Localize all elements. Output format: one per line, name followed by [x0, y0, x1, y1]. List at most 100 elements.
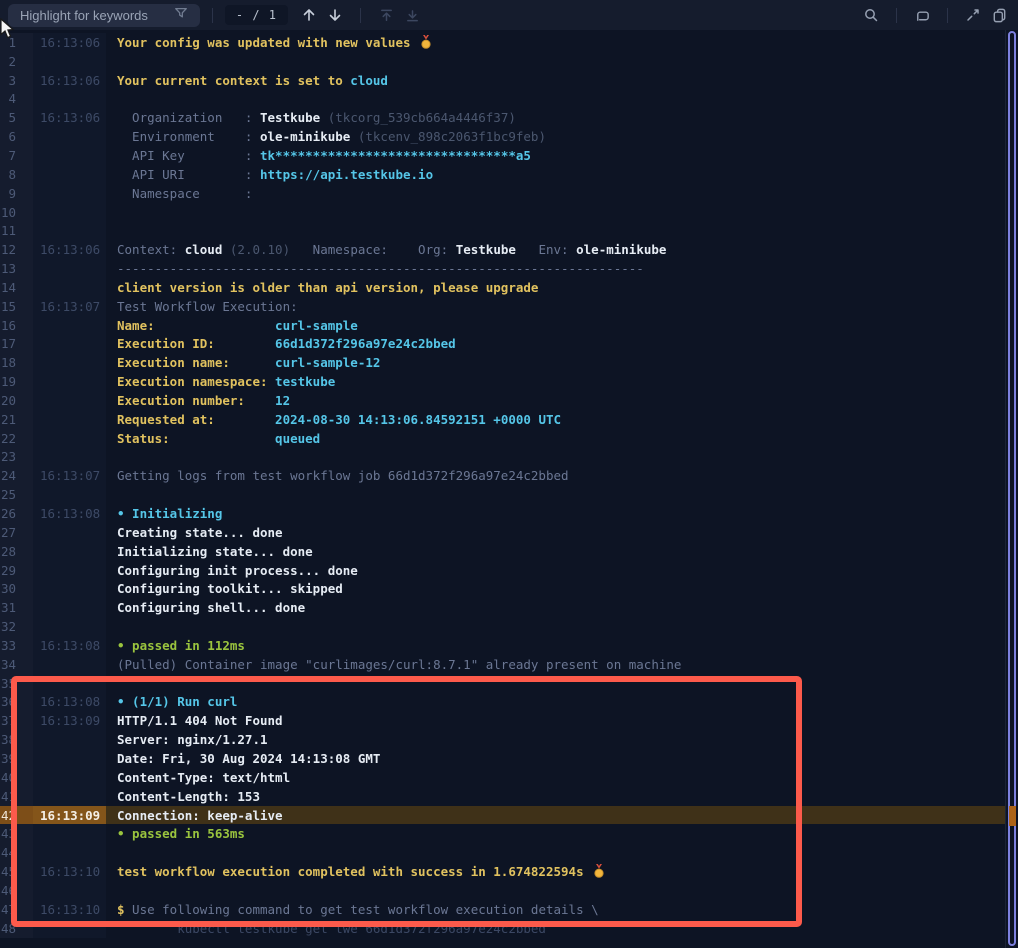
log-row[interactable]: 25: [0, 485, 1005, 504]
line-content: [106, 881, 1005, 900]
line-number: 18: [0, 353, 33, 372]
log-row[interactable]: 2416:13:07Getting logs from test workflo…: [0, 466, 1005, 485]
line-number: 46: [0, 881, 33, 900]
log-row[interactable]: 8 API URI : https://api.testkube.io: [0, 165, 1005, 184]
log-row[interactable]: 4716:13:10$ Use following command to get…: [0, 900, 1005, 919]
log-row[interactable]: 38Server: nginx/1.27.1: [0, 730, 1005, 749]
wrap-lines-button[interactable]: [909, 3, 935, 27]
line-content: Creating state... done: [106, 523, 1005, 542]
log-row[interactable]: 13--------------------------------------…: [0, 259, 1005, 278]
line-number: 3: [0, 71, 33, 90]
line-timestamp: [33, 598, 106, 617]
log-row[interactable]: 30Configuring toolkit... skipped: [0, 579, 1005, 598]
line-number: 20: [0, 391, 33, 410]
copy-button[interactable]: [986, 3, 1012, 27]
log-row[interactable]: 34(Pulled) Container image "curlimages/c…: [0, 655, 1005, 674]
line-content: • Initializing: [106, 504, 1005, 523]
log-row[interactable]: 39 Date: Fri, 30 Aug 2024 14:13:08 GMT: [0, 749, 1005, 768]
log-row[interactable]: 23: [0, 448, 1005, 467]
line-timestamp: [33, 335, 106, 354]
line-content: [106, 52, 1005, 71]
line-number: 42: [0, 806, 33, 825]
log-row[interactable]: 29Configuring init process... done: [0, 561, 1005, 580]
scroll-to-top-button[interactable]: [373, 3, 399, 27]
expand-button[interactable]: [960, 3, 986, 27]
log-row[interactable]: 2: [0, 52, 1005, 71]
log-row[interactable]: 1216:13:06Context: cloud (2.0.10) Namesp…: [0, 240, 1005, 259]
line-timestamp: [33, 90, 106, 109]
log-row[interactable]: 516:13:06 Organization : Testkube (tkcor…: [0, 108, 1005, 127]
log-row[interactable]: 3716:13:09HTTP/1.1 404 Not Found: [0, 711, 1005, 730]
toolbar-divider: [947, 8, 948, 23]
log-row[interactable]: 48 kubectl testkube get twe 66d1d372f296…: [0, 919, 1005, 938]
copy-icon: [991, 7, 1008, 24]
line-content: API Key : tk****************************…: [106, 146, 1005, 165]
scrollbar-match-marker: [1009, 806, 1016, 826]
log-row[interactable]: 32: [0, 617, 1005, 636]
line-timestamp: [33, 674, 106, 693]
log-row[interactable]: 22Status: queued: [0, 429, 1005, 448]
log-row[interactable]: 4516:13:10test workflow execution comple…: [0, 862, 1005, 881]
log-row[interactable]: 17Execution ID: 66d1d372f296a97e24c2bbed: [0, 335, 1005, 354]
log-row[interactable]: 14client version is older than api versi…: [0, 278, 1005, 297]
log-row[interactable]: 9 Namespace :: [0, 184, 1005, 203]
log-row[interactable]: 44: [0, 843, 1005, 862]
scroll-to-top-icon: [379, 8, 394, 23]
line-content: $ Use following command to get test work…: [106, 900, 1005, 919]
line-timestamp: [33, 127, 106, 146]
line-timestamp: [33, 165, 106, 184]
scrollbar-track[interactable]: [1005, 30, 1018, 948]
line-timestamp: [33, 52, 106, 71]
line-number: 8: [0, 165, 33, 184]
log-row[interactable]: 20Execution number: 12: [0, 391, 1005, 410]
line-content: [106, 617, 1005, 636]
line-content: Configuring init process... done: [106, 561, 1005, 580]
line-number: 39: [0, 749, 33, 768]
line-timestamp: 16:13:09: [33, 806, 106, 825]
log-row[interactable]: 2616:13:08• Initializing: [0, 504, 1005, 523]
log-row[interactable]: 41Content-Length: 153: [0, 787, 1005, 806]
log-row[interactable]: 18Execution name: curl-sample-12: [0, 353, 1005, 372]
log-row[interactable]: 3316:13:08• passed in 112ms: [0, 636, 1005, 655]
log-row[interactable]: 46: [0, 881, 1005, 900]
log-row[interactable]: 316:13:06Your current context is set to …: [0, 71, 1005, 90]
line-content: [106, 90, 1005, 109]
previous-match-button[interactable]: [296, 3, 322, 27]
line-number: 36: [0, 693, 33, 712]
log-row[interactable]: 11: [0, 221, 1005, 240]
scroll-to-bottom-button[interactable]: [399, 3, 425, 27]
line-number: 21: [0, 410, 33, 429]
log-row[interactable]: 21Requested at: 2024-08-30 14:13:06.8459…: [0, 410, 1005, 429]
log-row[interactable]: 3616:13:08• (1/1) Run curl: [0, 693, 1005, 712]
search-icon: [863, 7, 879, 23]
log-row[interactable]: 7 API Key : tk**************************…: [0, 146, 1005, 165]
search-button[interactable]: [858, 3, 884, 27]
log-row[interactable]: 6 Environment : ole-minikube (tkcenv_898…: [0, 127, 1005, 146]
line-number: 9: [0, 184, 33, 203]
next-match-button[interactable]: [322, 3, 348, 27]
log-row[interactable]: 4216:13:09Connection: keep-alive: [0, 806, 1005, 825]
line-timestamp: [33, 523, 106, 542]
log-row[interactable]: 28Initializing state... done: [0, 542, 1005, 561]
log-row[interactable]: 4: [0, 90, 1005, 109]
log-row[interactable]: 10: [0, 203, 1005, 222]
log-row[interactable]: 27Creating state... done: [0, 523, 1005, 542]
line-content: [106, 485, 1005, 504]
log-row[interactable]: 16Name: curl-sample: [0, 316, 1005, 335]
keyword-highlight-input[interactable]: Highlight for keywords: [8, 4, 200, 27]
line-content: Date: Fri, 30 Aug 2024 14:13:08 GMT: [106, 749, 1005, 768]
log-row[interactable]: 31Configuring shell... done: [0, 598, 1005, 617]
log-row[interactable]: 19Execution namespace: testkube: [0, 372, 1005, 391]
log-row[interactable]: 43• passed in 563ms: [0, 824, 1005, 843]
log-row[interactable]: 1516:13:07Test Workflow Execution:: [0, 297, 1005, 316]
filter-funnel-icon: [174, 6, 188, 25]
log-viewer-window: Highlight for keywords - / 1: [0, 0, 1018, 948]
line-number: 34: [0, 655, 33, 674]
line-timestamp: [33, 730, 106, 749]
line-number: 13: [0, 259, 33, 278]
log-row[interactable]: 35: [0, 674, 1005, 693]
line-number: 22: [0, 429, 33, 448]
log-row[interactable]: 116:13:06Your config was updated with ne…: [0, 33, 1005, 52]
log-row[interactable]: 40Content-Type: text/html: [0, 768, 1005, 787]
line-timestamp: [33, 184, 106, 203]
